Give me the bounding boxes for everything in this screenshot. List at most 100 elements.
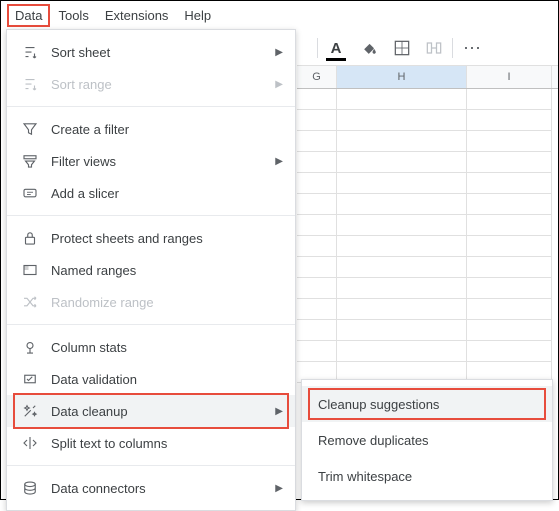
more-button[interactable]: ⋯ bbox=[461, 38, 481, 58]
grid-row bbox=[297, 194, 558, 215]
submenu-arrow-icon: ▶ bbox=[275, 79, 283, 90]
cell[interactable] bbox=[467, 215, 552, 236]
cell[interactable] bbox=[467, 236, 552, 257]
toolbar-separator bbox=[452, 38, 453, 58]
menu-item-label: Split text to columns bbox=[51, 436, 167, 451]
menu-item-filter-views[interactable]: Filter views ▶ bbox=[7, 145, 295, 177]
filter-icon bbox=[21, 120, 39, 138]
submenu-arrow-icon: ▶ bbox=[275, 47, 283, 58]
cell[interactable] bbox=[297, 89, 337, 110]
menu-item-label: Sort sheet bbox=[51, 45, 110, 60]
menu-item-label: Column stats bbox=[51, 340, 127, 355]
cell[interactable] bbox=[467, 152, 552, 173]
menu-item-sort-range: Sort range ▶ bbox=[7, 68, 295, 100]
cell[interactable] bbox=[467, 320, 552, 341]
cell[interactable] bbox=[297, 341, 337, 362]
menu-item-randomize-range: Randomize range bbox=[7, 286, 295, 318]
cell[interactable] bbox=[467, 341, 552, 362]
col-header-i[interactable]: I bbox=[467, 66, 552, 88]
cell[interactable] bbox=[337, 173, 467, 194]
menu-extensions[interactable]: Extensions bbox=[97, 4, 177, 27]
grid-row bbox=[297, 236, 558, 257]
cell[interactable] bbox=[297, 215, 337, 236]
cell[interactable] bbox=[337, 215, 467, 236]
menu-item-named-ranges[interactable]: Named ranges bbox=[7, 254, 295, 286]
cell[interactable] bbox=[337, 299, 467, 320]
cell[interactable] bbox=[467, 194, 552, 215]
sort-icon bbox=[21, 75, 39, 93]
menu-item-label: Data cleanup bbox=[51, 404, 128, 419]
submenu-arrow-icon: ▶ bbox=[275, 406, 283, 417]
grid-row bbox=[297, 215, 558, 236]
fill-color-button[interactable] bbox=[360, 38, 380, 58]
menu-item-label: Sort range bbox=[51, 77, 112, 92]
menu-item-label: Create a filter bbox=[51, 122, 129, 137]
cell[interactable] bbox=[337, 257, 467, 278]
filter-views-icon bbox=[21, 152, 39, 170]
cell[interactable] bbox=[297, 257, 337, 278]
menu-item-data-connectors[interactable]: Data connectors▶ bbox=[7, 472, 295, 504]
cell[interactable] bbox=[467, 278, 552, 299]
borders-button[interactable] bbox=[392, 38, 412, 58]
cell[interactable] bbox=[337, 320, 467, 341]
menu-item-label: Filter views bbox=[51, 154, 116, 169]
toolbar-separator bbox=[317, 38, 318, 58]
cell[interactable] bbox=[337, 110, 467, 131]
menu-item-column-stats[interactable]: Column stats bbox=[7, 331, 295, 363]
cell[interactable] bbox=[467, 257, 552, 278]
menu-item-split-text-to-columns[interactable]: Split text to columns bbox=[7, 427, 295, 459]
cell[interactable] bbox=[297, 299, 337, 320]
menu-item-create-a-filter[interactable]: Create a filter bbox=[7, 113, 295, 145]
menu-item-add-a-slicer[interactable]: Add a slicer bbox=[7, 177, 295, 209]
cell[interactable] bbox=[297, 173, 337, 194]
cell[interactable] bbox=[297, 320, 337, 341]
cell[interactable] bbox=[337, 194, 467, 215]
menu-item-protect-sheets-and-ranges[interactable]: Protect sheets and ranges bbox=[7, 222, 295, 254]
menu-item-data-cleanup[interactable]: Data cleanup ▶ bbox=[7, 395, 295, 427]
submenu-item-trim-whitespace[interactable]: Trim whitespace bbox=[302, 458, 552, 494]
submenu-item-remove-duplicates[interactable]: Remove duplicates bbox=[302, 422, 552, 458]
cell[interactable] bbox=[467, 173, 552, 194]
submenu-item-cleanup-suggestions[interactable]: Cleanup suggestions bbox=[302, 386, 552, 422]
menu-item-label: Data validation bbox=[51, 372, 137, 387]
menu-item-data-validation[interactable]: Data validation bbox=[7, 363, 295, 395]
cell[interactable] bbox=[467, 89, 552, 110]
cells-area[interactable] bbox=[297, 89, 558, 383]
toolbar: A ⋯ bbox=[307, 33, 558, 63]
grid-row bbox=[297, 278, 558, 299]
col-header-h[interactable]: H bbox=[337, 66, 467, 88]
data-menu-dropdown: Sort sheet ▶ Sort range ▶ Create a filter Fil… bbox=[6, 29, 296, 511]
merge-button[interactable] bbox=[424, 38, 444, 58]
text-color-button[interactable]: A bbox=[326, 38, 346, 58]
menu-item-label: Data connectors bbox=[51, 481, 146, 496]
cell[interactable] bbox=[297, 131, 337, 152]
sort-icon bbox=[21, 43, 39, 61]
stats-icon bbox=[21, 338, 39, 356]
cell[interactable] bbox=[467, 131, 552, 152]
cell[interactable] bbox=[337, 341, 467, 362]
menu-tools[interactable]: Tools bbox=[50, 4, 96, 27]
menu-item-label: Add a slicer bbox=[51, 186, 119, 201]
cell[interactable] bbox=[337, 236, 467, 257]
cell[interactable] bbox=[297, 278, 337, 299]
cell[interactable] bbox=[467, 299, 552, 320]
grid-row bbox=[297, 89, 558, 110]
cell[interactable] bbox=[297, 110, 337, 131]
cell[interactable] bbox=[297, 236, 337, 257]
submenu-arrow-icon: ▶ bbox=[275, 156, 283, 167]
cell[interactable] bbox=[297, 194, 337, 215]
menu-item-sort-sheet[interactable]: Sort sheet ▶ bbox=[7, 36, 295, 68]
cell[interactable] bbox=[337, 131, 467, 152]
menu-help[interactable]: Help bbox=[176, 4, 219, 27]
cell[interactable] bbox=[337, 278, 467, 299]
shuffle-icon bbox=[21, 293, 39, 311]
cell[interactable] bbox=[297, 152, 337, 173]
submenu-item-label: Trim whitespace bbox=[318, 469, 412, 484]
column-headers: G H I bbox=[297, 65, 558, 89]
grid-row bbox=[297, 257, 558, 278]
cell[interactable] bbox=[337, 89, 467, 110]
menu-data[interactable]: Data bbox=[7, 4, 50, 27]
col-header-g[interactable]: G bbox=[297, 66, 337, 88]
cell[interactable] bbox=[337, 152, 467, 173]
cell[interactable] bbox=[467, 110, 552, 131]
